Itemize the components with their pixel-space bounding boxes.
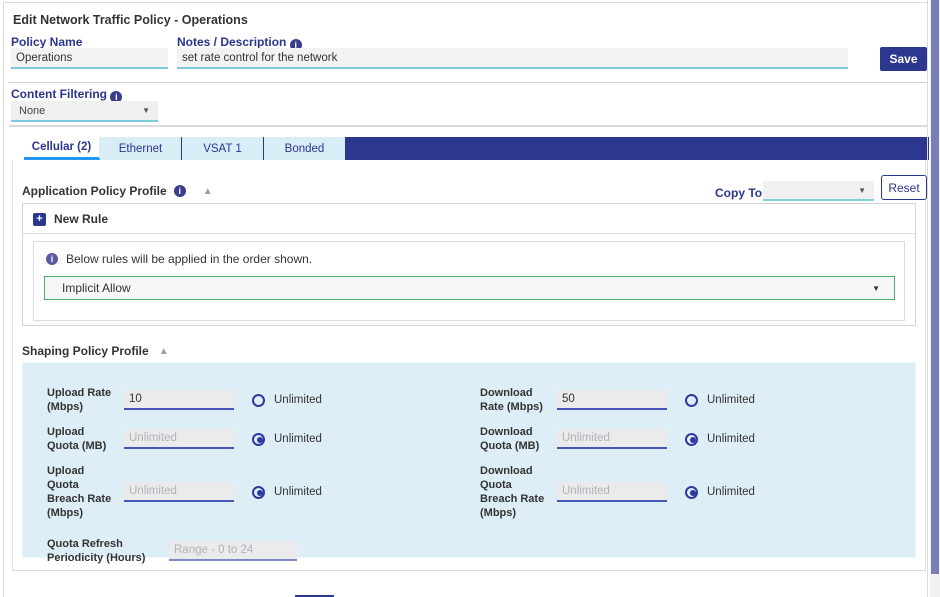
download-breach-unlimited-radio[interactable] <box>685 486 698 499</box>
download-breach-input[interactable] <box>557 482 667 502</box>
download-breach-row: Download Quota Breach Rate (Mbps) Unlimi… <box>480 457 890 527</box>
upload-quota-input[interactable] <box>124 429 234 449</box>
quota-refresh-input[interactable] <box>169 541 297 561</box>
info-icon <box>46 253 58 265</box>
upload-breach-unlimited-radio[interactable] <box>252 486 265 499</box>
download-breach-label: Download Quota Breach Rate (Mbps) <box>480 464 546 520</box>
application-policy-title: Application Policy Profile <box>22 184 167 198</box>
upload-rate-label: Upload Rate (Mbps) <box>47 386 113 414</box>
rules-info: Below rules will be applied in the order… <box>34 242 904 266</box>
upload-rate-row: Upload Rate (Mbps) Unlimited <box>47 379 457 421</box>
download-quota-input[interactable] <box>557 429 667 449</box>
upload-rate-input[interactable] <box>124 390 234 410</box>
download-quota-label: Download Quota (MB) <box>480 425 546 453</box>
copy-to-dropdown[interactable]: ▼ <box>763 181 874 201</box>
shaping-policy-title: Shaping Policy Profile <box>22 344 149 358</box>
tab-bonded[interactable]: Bonded <box>264 137 346 160</box>
rules-box: Below rules will be applied in the order… <box>33 241 905 321</box>
quota-refresh-row: Quota Refresh Periodicity (Hours) <box>47 536 457 566</box>
edit-policy-dialog: Edit Network Traffic Policy - Operations… <box>3 2 927 597</box>
content-filtering-dropdown[interactable]: None ▼ <box>11 101 158 122</box>
save-button[interactable]: Save <box>880 47 927 71</box>
download-column: Download Rate (Mbps) Unlimited Download … <box>480 379 890 530</box>
download-rate-input[interactable] <box>557 390 667 410</box>
vertical-scrollbar[interactable] <box>930 0 940 597</box>
notes-input[interactable] <box>177 48 848 69</box>
upload-rate-unlimited-radio[interactable] <box>252 394 265 407</box>
tab-cellular[interactable]: Cellular (2) <box>24 137 100 160</box>
copy-to-label: Copy To: <box>715 186 766 200</box>
chevron-down-icon: ▼ <box>872 284 880 293</box>
plus-icon <box>33 213 46 226</box>
tab-ethernet[interactable]: Ethernet <box>100 137 182 160</box>
collapse-arrow-icon[interactable] <box>159 346 169 357</box>
upload-breach-row: Upload Quota Breach Rate (Mbps) Unlimite… <box>47 457 457 527</box>
divider <box>9 125 927 127</box>
chevron-down-icon: ▼ <box>858 186 866 195</box>
page-title: Edit Network Traffic Policy - Operations <box>13 13 248 27</box>
upload-breach-label: Upload Quota Breach Rate (Mbps) <box>47 464 113 520</box>
tabbar-filler <box>346 137 929 160</box>
panel-right-border <box>927 0 928 597</box>
application-policy-header: Application Policy Profile <box>22 184 213 198</box>
divider <box>9 82 927 83</box>
upload-quota-unlimited-radio[interactable] <box>252 433 265 446</box>
shaping-policy-box: Upload Rate (Mbps) Unlimited Upload Quot… <box>22 362 916 558</box>
tab-vsat[interactable]: VSAT 1 <box>182 137 264 160</box>
upload-quota-row: Upload Quota (MB) Unlimited <box>47 424 457 454</box>
chevron-down-icon: ▼ <box>142 106 150 115</box>
rule-implicit-allow[interactable]: Implicit Allow ▼ <box>44 276 895 300</box>
upload-column: Upload Rate (Mbps) Unlimited Upload Quot… <box>47 379 457 569</box>
download-rate-unlimited-radio[interactable] <box>685 394 698 407</box>
quota-refresh-label: Quota Refresh Periodicity (Hours) <box>47 537 165 565</box>
application-policy-box: New Rule Below rules will be applied in … <box>22 203 916 326</box>
scrollbar-thumb[interactable] <box>931 0 939 574</box>
connection-tabbar: Cellular (2) Ethernet VSAT 1 Bonded <box>24 137 929 160</box>
download-rate-row: Download Rate (Mbps) Unlimited <box>480 379 890 421</box>
download-quota-unlimited-radio[interactable] <box>685 433 698 446</box>
download-quota-row: Download Quota (MB) Unlimited <box>480 424 890 454</box>
reset-button[interactable]: Reset <box>881 175 927 200</box>
upload-quota-label: Upload Quota (MB) <box>47 425 113 453</box>
new-rule-button[interactable]: New Rule <box>23 204 915 234</box>
collapse-arrow-icon[interactable] <box>203 186 213 197</box>
shaping-policy-header: Shaping Policy Profile <box>22 344 169 358</box>
download-rate-label: Download Rate (Mbps) <box>480 386 546 414</box>
application-policy-info-icon[interactable] <box>174 185 186 197</box>
upload-breach-input[interactable] <box>124 482 234 502</box>
policy-name-label: Policy Name <box>11 35 82 49</box>
policy-name-input[interactable] <box>11 48 168 69</box>
